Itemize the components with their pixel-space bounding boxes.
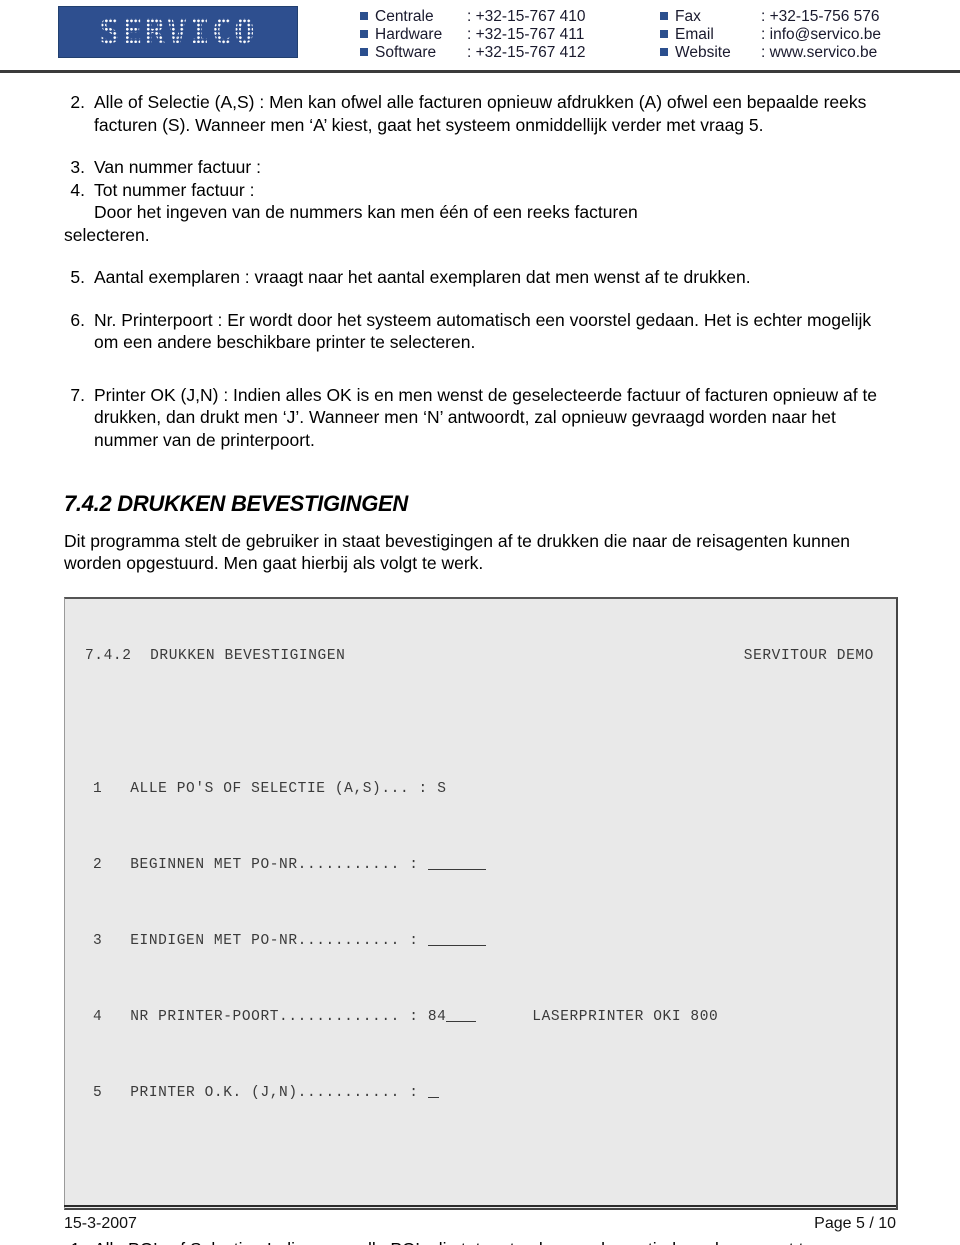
page-header: SERVICO Centrale : +32-15-767 410 Hardwa… — [0, 0, 960, 70]
square-bullet-icon — [360, 30, 368, 38]
list-item-number: 2. — [70, 92, 85, 112]
square-bullet-icon — [360, 12, 368, 20]
list-item-number-placeholder — [64, 201, 94, 224]
terminal-row-label: PRINTER O.K. (J,N)........... : — [130, 1084, 419, 1101]
contact-info: Centrale : +32-15-767 410 Hardware : +32… — [360, 6, 960, 62]
list-item: 5. Aantal exemplaren : vraagt naar het a… — [64, 266, 896, 289]
terminal-body: 1 ALLE PO'S OF SELECTIE (A,S)... : S 2 B… — [65, 704, 896, 1160]
contact-value: : +32-15-756 576 — [761, 8, 880, 25]
document-content: 2. Alle of Selectie (A,S) : Men kan ofwe… — [0, 73, 960, 1245]
list-item-text: Tot nummer factuur : — [94, 179, 255, 200]
section-intro-paragraph: Dit programma stelt de gebruiker in staa… — [64, 530, 851, 574]
list-item-continuation-text: Door het ingeven van de nummers kan men … — [94, 202, 638, 222]
terminal-screen: 7.4.2 DRUKKEN BEVESTIGINGEN SERVITOUR DE… — [64, 596, 898, 1210]
list-item: 3. Van nummer factuur : — [64, 156, 896, 179]
square-bullet-icon — [360, 48, 368, 56]
contact-label: Email — [675, 26, 714, 43]
list-item: 6. Nr. Printerpoort : Er wordt door het … — [64, 309, 896, 354]
terminal-row-label: BEGINNEN MET PO-NR........... : — [130, 856, 419, 873]
footer-date: 15-3-2007 — [64, 1215, 137, 1232]
terminal-input-field[interactable] — [427, 857, 486, 870]
list-item-text: Aantal exemplaren : vraagt naar het aant… — [94, 267, 751, 287]
contact-row: Centrale : +32-15-767 410 — [360, 8, 660, 26]
footer-row: 15-3-2007 Page 5 / 10 — [64, 1215, 896, 1233]
terminal-input-field[interactable] — [427, 933, 486, 946]
terminal-input-field[interactable] — [446, 1009, 477, 1022]
list-item-continuation: Door het ingeven van de nummers kan men … — [64, 201, 896, 224]
list-item-text: Alle of Selectie (A,S) : Men kan ofwel a… — [94, 92, 867, 135]
terminal-row-number: 2 — [93, 856, 103, 873]
list-item-text: Nr. Printerpoort : Er wordt door het sys… — [94, 309, 872, 353]
terminal-row: 2 BEGINNEN MET PO-NR........... : — [93, 856, 876, 875]
terminal-row-value[interactable]: 84 — [428, 1009, 447, 1025]
terminal-row-label: EINDIGEN MET PO-NR........... : — [130, 932, 419, 949]
terminal-row-value[interactable]: S — [437, 781, 446, 797]
contact-value: : +32-15-767 412 — [467, 44, 586, 61]
logo-dot-matrix: SERVICO — [59, 7, 297, 57]
terminal-row: 3 EINDIGEN MET PO-NR........... : — [93, 932, 876, 951]
list-item-number: 3. — [70, 157, 85, 177]
footer-page-number: Page 5 / 10 — [814, 1215, 896, 1232]
square-bullet-icon — [660, 30, 668, 38]
list-item: 2. Alle of Selectie (A,S) : Men kan ofwe… — [64, 91, 896, 136]
terminal-row: 5 PRINTER O.K. (J,N)........... : — [93, 1084, 876, 1103]
list-item-text: Printer OK (J,N) : Indien alles OK is en… — [94, 384, 878, 450]
contact-label: Website — [675, 44, 731, 61]
contact-column-right: Fax : +32-15-756 576 Email : info@servic… — [660, 8, 960, 62]
list-item: 7. Printer OK (J,N) : Indien alles OK is… — [64, 384, 896, 452]
list-item-text: Van nummer factuur : — [94, 157, 261, 177]
terminal-app-name: SERVITOUR DEMO — [743, 647, 874, 664]
section-heading: 7.4.2 DRUKKEN BEVESTIGINGEN — [64, 491, 408, 516]
contact-label: Software — [375, 44, 437, 61]
terminal-row-number: 1 — [93, 780, 103, 797]
terminal-row-label: ALLE PO'S OF SELECTIE (A,S)... : — [130, 780, 428, 797]
terminal-row-number: 5 — [93, 1084, 103, 1101]
terminal-row: 4 NR PRINTER-POORT............. : 84 LAS… — [93, 1008, 876, 1027]
square-bullet-icon — [660, 48, 668, 56]
list-item-number: 7. — [70, 384, 85, 405]
contact-value: : +32-15-767 410 — [467, 8, 586, 25]
contact-row: Fax : +32-15-756 576 — [660, 8, 960, 26]
list-item-number: 6. — [70, 309, 85, 330]
contact-column-left: Centrale : +32-15-767 410 Hardware : +32… — [360, 8, 660, 62]
contact-row: Email : info@servico.be — [660, 26, 960, 44]
footer-divider — [64, 1205, 896, 1207]
terminal-cursor[interactable] — [427, 1085, 439, 1098]
email-value: : info@servico.be — [761, 26, 881, 43]
website-value: : www.servico.be — [761, 44, 878, 61]
contact-label: Hardware — [375, 26, 443, 43]
contact-row: Software : +32-15-767 412 — [360, 44, 660, 62]
contact-row: Website : www.servico.be — [660, 44, 960, 62]
servico-logo: SERVICO — [58, 6, 298, 58]
page-footer: 15-3-2007 Page 5 / 10 — [0, 1205, 960, 1245]
terminal-title: 7.4.2 DRUKKEN BEVESTIGINGEN — [85, 647, 346, 664]
list-item: 4. Tot nummer factuur : — [64, 179, 896, 202]
terminal-row-label: NR PRINTER-POORT............. : — [130, 1008, 419, 1025]
contact-value: : +32-15-767 411 — [467, 26, 585, 43]
contact-label: Fax — [675, 8, 701, 25]
terminal-row-number: 3 — [93, 932, 103, 949]
contact-label: Centrale — [375, 8, 434, 25]
list-item-outdent-text: selecteren. — [64, 224, 150, 245]
list-item-number: 4. — [70, 179, 85, 200]
square-bullet-icon — [660, 12, 668, 20]
contact-row: Hardware : +32-15-767 411 — [360, 26, 660, 44]
list-item-number: 5. — [70, 267, 85, 287]
logo-text: SERVICO — [99, 12, 257, 52]
terminal-row: 1 ALLE PO'S OF SELECTIE (A,S)... : S — [93, 780, 876, 799]
terminal-row-note: LASERPRINTER OKI 800 — [532, 1008, 719, 1025]
terminal-header: 7.4.2 DRUKKEN BEVESTIGINGEN SERVITOUR DE… — [65, 647, 896, 666]
terminal-row-number: 4 — [93, 1008, 103, 1025]
